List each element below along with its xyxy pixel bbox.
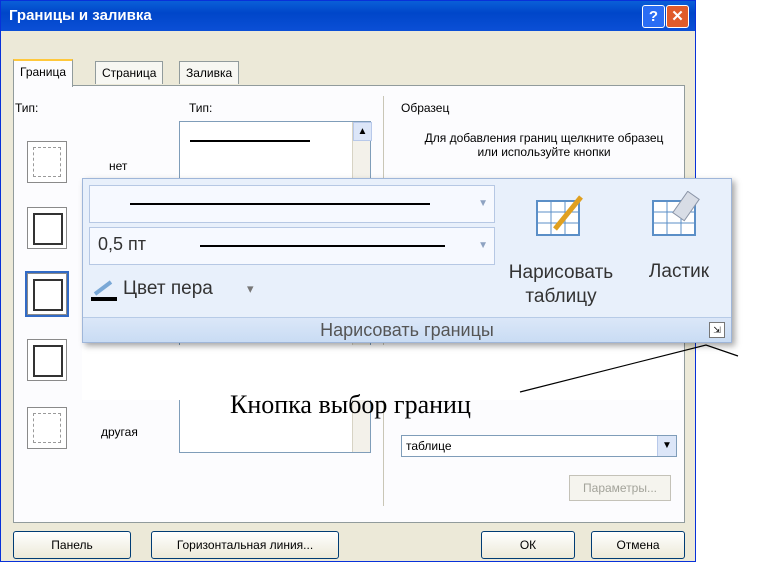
dialog-title: Границы и заливка [9,7,152,24]
preset-grid-icon [33,345,63,377]
line-style-sample [130,203,430,205]
tab-fill[interactable]: Заливка [179,61,240,84]
type-label-mid: Тип: [189,101,213,115]
dialog-launcher-icon[interactable]: ⇲ [709,322,725,338]
tab-border[interactable]: Граница [13,59,74,87]
draw-table-button[interactable]: Нарисовать таблицу [495,183,627,315]
line-width-dropdown[interactable]: 0,5 пт ▼ [89,227,495,265]
preset-grid[interactable] [27,339,67,381]
draw-borders-ribbon: ▼ 0,5 пт ▼ Цвет пера ▾ Нарисовать таблиц… [82,178,732,343]
annotation-caption: Кнопка выбор границ [230,390,471,419]
preset-none[interactable] [27,141,67,183]
title-bar: Границы и заливка ? ✕ [1,1,695,31]
preset-box-icon [33,213,63,245]
sample-label: Образец [401,101,450,115]
draw-table-label: Нарисовать таблицу [508,262,614,307]
sample-hint: Для добавления границ щелкните образец и… [424,131,664,159]
type-label-left: Тип: [15,101,39,115]
line-style-chevron-icon[interactable]: ▼ [478,198,488,209]
horizontal-line-button[interactable]: Горизонтальная линия... [151,531,339,559]
ok-button[interactable]: ОК [481,531,575,559]
line-style-solid[interactable] [190,140,310,142]
pen-color-label: Цвет пера [123,278,213,299]
scroll-up-icon[interactable]: ▲ [353,122,372,141]
chevron-down-icon[interactable]: ▼ [657,436,676,456]
cancel-button[interactable]: Отмена [591,531,685,559]
pen-color-button[interactable]: Цвет пера ▾ [91,275,271,305]
line-width-value: 0,5 пт [98,234,147,254]
panel-button[interactable]: Панель [13,531,131,559]
draw-table-icon [536,195,583,236]
line-width-sample [200,245,445,247]
line-style-dropdown[interactable]: ▼ [89,185,495,223]
group-title: Нарисовать границы [320,320,494,340]
line-width-chevron-icon[interactable]: ▼ [478,240,488,251]
preset-custom[interactable] [27,407,67,449]
group-footer: Нарисовать границы ⇲ [83,317,731,342]
preset-all[interactable] [25,271,69,317]
apply-to-select[interactable]: таблице ▼ [401,435,677,457]
help-button[interactable]: ? [642,5,665,28]
eraser-button[interactable]: Ластик [631,183,727,315]
tab-page[interactable]: Страница [95,61,164,84]
preset-none-icon [33,147,61,177]
close-button[interactable]: ✕ [666,5,689,28]
preset-custom-label: другая [101,425,138,439]
eraser-icon [652,191,700,236]
params-button[interactable]: Параметры... [569,475,671,501]
preset-none-label: нет [109,159,128,173]
pen-color-caret: ▾ [247,281,254,296]
eraser-label: Ластик [648,261,710,282]
preset-all-icon [33,279,63,311]
pen-icon [91,280,117,301]
preset-custom-icon [33,413,61,443]
preset-box[interactable] [27,207,67,249]
apply-to-value: таблице [406,439,452,453]
